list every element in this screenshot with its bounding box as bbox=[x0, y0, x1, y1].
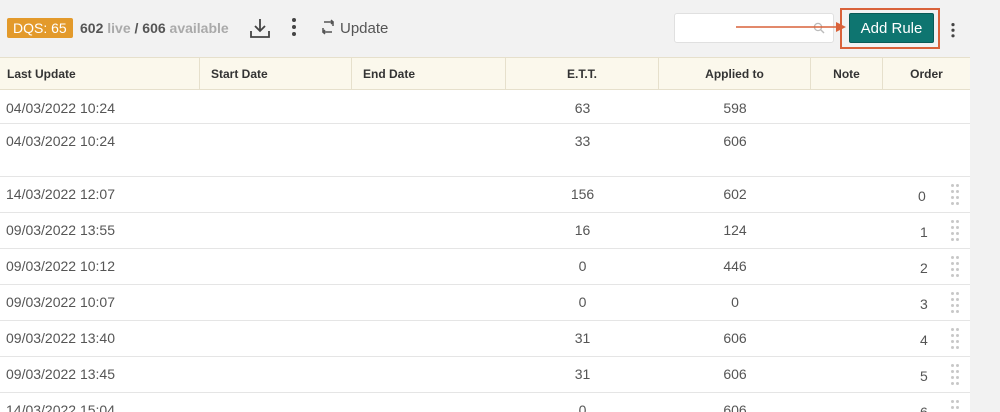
column-header-last-update[interactable]: Last Update bbox=[0, 58, 200, 90]
cell-ett: 0 bbox=[578, 294, 587, 310]
live-count: 602 bbox=[80, 20, 104, 36]
cell-last-update: 09/03/2022 13:40 bbox=[6, 330, 115, 346]
table-row[interactable]: 09/03/2022 13:45 31 606 5 bbox=[0, 357, 970, 393]
cell-applied-to: 606 bbox=[723, 133, 747, 149]
cell-order: 2 bbox=[920, 260, 928, 276]
toolbar: DQS: 65 602 live / 606 available Update … bbox=[0, 0, 1000, 57]
drag-handle-icon[interactable] bbox=[951, 219, 961, 243]
table-row[interactable]: 09/03/2022 13:55 16 124 1 bbox=[0, 213, 970, 249]
cell-ett: 0 bbox=[578, 258, 587, 274]
column-header-ett[interactable]: E.T.T. bbox=[506, 58, 659, 90]
cell-ett: 0 bbox=[578, 402, 587, 412]
dqs-badge: DQS: 65 bbox=[7, 18, 73, 38]
table-header: Last Update Start Date End Date E.T.T. A… bbox=[0, 57, 970, 90]
column-header-order[interactable]: Order bbox=[883, 58, 970, 90]
table-row[interactable]: 09/03/2022 13:40 31 606 4 bbox=[0, 321, 970, 357]
table-row[interactable]: 14/03/2022 12:07 156 602 0 bbox=[0, 177, 970, 213]
drag-handle-icon[interactable] bbox=[951, 255, 961, 279]
cell-ett: 156 bbox=[570, 186, 595, 202]
drag-handle-icon[interactable] bbox=[951, 183, 961, 207]
live-available-counts: 602 live / 606 available bbox=[80, 19, 229, 37]
update-label: Update bbox=[340, 20, 389, 37]
more-options-icon[interactable] bbox=[951, 23, 956, 39]
cell-order: 4 bbox=[920, 332, 928, 348]
cell-last-update: 09/03/2022 13:45 bbox=[6, 366, 115, 382]
cell-ett: 33 bbox=[574, 133, 591, 149]
refresh-icon bbox=[321, 19, 335, 35]
cell-applied-to: 602 bbox=[723, 186, 747, 202]
drag-handle-icon[interactable] bbox=[951, 399, 961, 412]
cell-order: 3 bbox=[920, 296, 928, 312]
cell-ett: 63 bbox=[574, 100, 591, 116]
cell-applied-to: 606 bbox=[723, 366, 747, 382]
download-icon[interactable] bbox=[249, 16, 271, 40]
drag-handle-icon[interactable] bbox=[951, 291, 961, 315]
cell-applied-to: 124 bbox=[723, 222, 747, 238]
cell-order: 5 bbox=[920, 368, 928, 384]
cell-last-update: 04/03/2022 10:24 bbox=[6, 133, 115, 149]
cell-last-update: 09/03/2022 13:55 bbox=[6, 222, 115, 238]
cell-order: 6 bbox=[920, 404, 928, 412]
cell-last-update: 09/03/2022 10:12 bbox=[6, 258, 115, 274]
scrollbar-area[interactable] bbox=[970, 57, 1000, 412]
cell-applied-to: 606 bbox=[723, 330, 747, 346]
available-label: available bbox=[169, 20, 229, 36]
cell-applied-to: 0 bbox=[731, 294, 739, 310]
table-row[interactable]: 09/03/2022 10:07 0 0 3 bbox=[0, 285, 970, 321]
table-row[interactable]: 04/03/2022 10:24 33 606 bbox=[0, 124, 970, 177]
count-separator: / bbox=[134, 20, 139, 36]
available-count: 606 bbox=[142, 20, 166, 36]
cell-last-update: 04/03/2022 10:24 bbox=[6, 100, 115, 116]
more-options-icon[interactable] bbox=[291, 18, 297, 38]
cell-order: 0 bbox=[918, 188, 926, 204]
cell-last-update: 14/03/2022 12:07 bbox=[6, 186, 115, 202]
cell-order: 1 bbox=[920, 224, 928, 240]
cell-applied-to: 598 bbox=[723, 100, 747, 116]
cell-applied-to: 446 bbox=[723, 258, 747, 274]
column-header-start-date[interactable]: Start Date bbox=[200, 58, 352, 90]
drag-handle-icon[interactable] bbox=[951, 363, 961, 387]
rules-table: Last Update Start Date End Date E.T.T. A… bbox=[0, 57, 970, 412]
cell-applied-to: 606 bbox=[723, 402, 747, 412]
column-header-note[interactable]: Note bbox=[811, 58, 883, 90]
update-button[interactable]: Update bbox=[320, 18, 388, 40]
cell-ett: 16 bbox=[574, 222, 591, 238]
drag-handle-icon[interactable] bbox=[951, 327, 961, 351]
table-row[interactable]: 04/03/2022 10:24 63 598 bbox=[0, 90, 970, 124]
live-label: live bbox=[107, 20, 131, 36]
add-rule-button[interactable]: Add Rule bbox=[849, 13, 934, 43]
column-header-end-date[interactable]: End Date bbox=[352, 58, 506, 90]
annotation-arrow bbox=[736, 22, 846, 32]
table-row[interactable]: 14/03/2022 15:04 0 606 6 bbox=[0, 393, 970, 412]
cell-last-update: 14/03/2022 15:04 bbox=[6, 402, 115, 412]
cell-ett: 31 bbox=[574, 366, 591, 382]
column-header-applied-to[interactable]: Applied to bbox=[659, 58, 811, 90]
cell-ett: 31 bbox=[574, 330, 591, 346]
cell-last-update: 09/03/2022 10:07 bbox=[6, 294, 115, 310]
table-row[interactable]: 09/03/2022 10:12 0 446 2 bbox=[0, 249, 970, 285]
